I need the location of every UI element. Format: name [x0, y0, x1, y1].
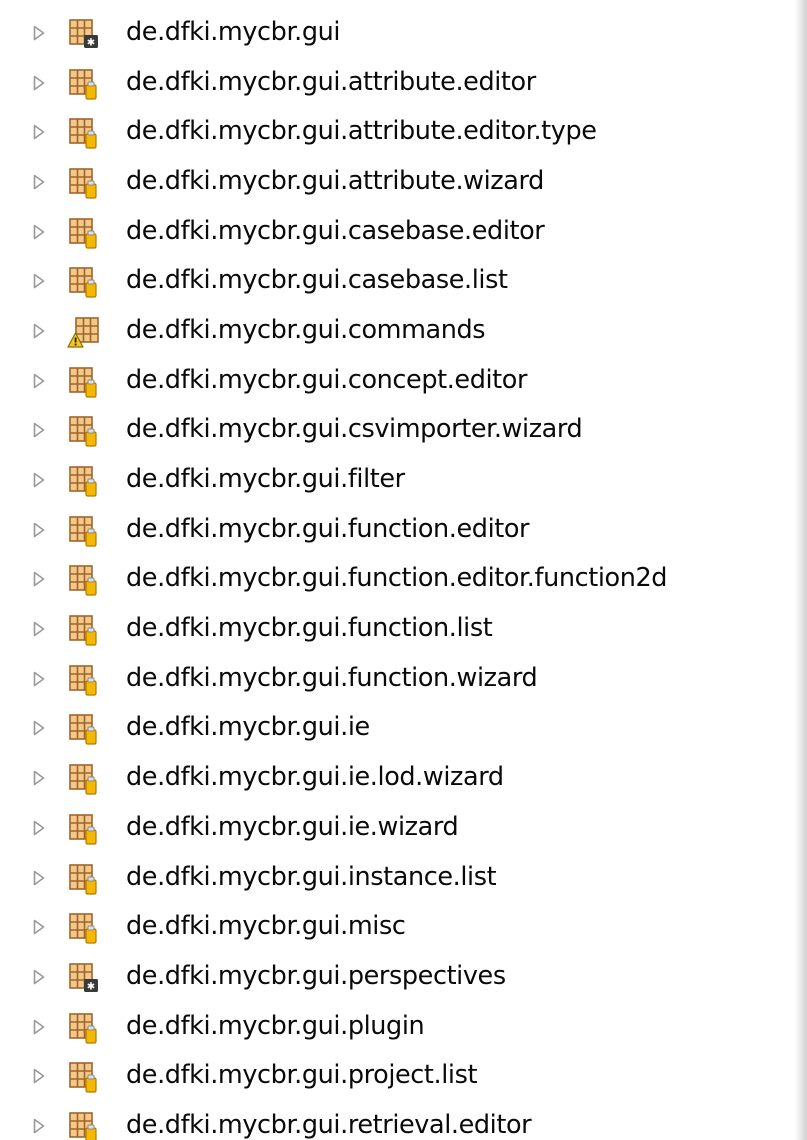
tree-item[interactable]: de.dfki.mycbr.gui.csvimporter.wizard — [0, 406, 795, 456]
package-name-label: de.dfki.mycbr.gui.ie — [126, 712, 370, 743]
package-name-label: de.dfki.mycbr.gui.retrieval.editor — [126, 1109, 532, 1140]
package-jar-icon — [66, 463, 100, 497]
tree-item[interactable]: de.dfki.mycbr.gui.retrieval.editor — [0, 1101, 795, 1140]
package-name-label: de.dfki.mycbr.gui.concept.editor — [126, 364, 528, 395]
package-name-label: de.dfki.mycbr.gui — [126, 16, 341, 47]
tree-item[interactable]: de.dfki.mycbr.gui.ie — [0, 704, 795, 754]
expand-arrow-icon[interactable] — [30, 173, 48, 191]
expand-arrow-icon[interactable] — [30, 74, 48, 92]
tree-item[interactable]: ✱ de.dfki.mycbr.gui — [0, 8, 795, 58]
tree-item[interactable]: de.dfki.mycbr.gui.casebase.editor — [0, 207, 795, 257]
expand-arrow-icon[interactable] — [30, 223, 48, 241]
package-name-label: de.dfki.mycbr.gui.function.wizard — [126, 662, 538, 693]
expand-arrow-icon[interactable] — [30, 968, 48, 986]
view-edge-shadow — [795, 0, 807, 1140]
tree-item[interactable]: de.dfki.mycbr.gui.concept.editor — [0, 356, 795, 406]
tree-item[interactable]: de.dfki.mycbr.gui.project.list — [0, 1051, 795, 1101]
package-name-label: de.dfki.mycbr.gui.attribute.editor — [126, 66, 536, 97]
expand-arrow-icon[interactable] — [30, 123, 48, 141]
package-jar-icon — [66, 413, 100, 447]
package-jar-icon — [66, 811, 100, 845]
tree-item[interactable]: de.dfki.mycbr.gui.function.editor.functi… — [0, 555, 795, 605]
package-jar-icon — [66, 662, 100, 696]
expand-arrow-icon[interactable] — [30, 372, 48, 390]
tree-item[interactable]: de.dfki.mycbr.gui.commands — [0, 306, 795, 356]
package-name-label: de.dfki.mycbr.gui.misc — [126, 911, 406, 942]
package-name-label: de.dfki.mycbr.gui.function.editor.functi… — [126, 563, 668, 594]
package-name-label: de.dfki.mycbr.gui.attribute.wizard — [126, 165, 544, 196]
package-jar-icon — [66, 513, 100, 547]
package-name-label: de.dfki.mycbr.gui.project.list — [126, 1060, 478, 1091]
expand-arrow-icon[interactable] — [30, 570, 48, 588]
tree-item[interactable]: de.dfki.mycbr.gui.function.list — [0, 604, 795, 654]
expand-arrow-icon[interactable] — [30, 24, 48, 42]
tree-item[interactable]: de.dfki.mycbr.gui.instance.list — [0, 853, 795, 903]
expand-arrow-icon[interactable] — [30, 322, 48, 340]
tree-item[interactable]: de.dfki.mycbr.gui.attribute.editor — [0, 58, 795, 108]
svg-text:✱: ✱ — [87, 981, 95, 992]
package-name-label: de.dfki.mycbr.gui.instance.list — [126, 861, 497, 892]
package-jar-icon — [66, 562, 100, 597]
expand-arrow-icon[interactable] — [30, 620, 48, 638]
expand-arrow-icon[interactable] — [30, 471, 48, 489]
package-name-label: de.dfki.mycbr.gui.function.editor — [126, 513, 530, 544]
package-binary-icon: ✱ — [66, 16, 100, 50]
package-name-label: de.dfki.mycbr.gui.attribute.editor.type — [126, 116, 597, 147]
package-jar-icon — [66, 264, 100, 298]
expand-arrow-icon[interactable] — [30, 1067, 48, 1085]
package-jar-icon — [66, 115, 100, 149]
tree-item[interactable]: de.dfki.mycbr.gui.function.wizard — [0, 654, 795, 704]
package-jar-icon — [66, 1059, 100, 1093]
tree-item[interactable]: de.dfki.mycbr.gui.casebase.list — [0, 256, 795, 306]
package-jar-icon — [66, 364, 100, 398]
package-name-label: de.dfki.mycbr.gui.perspectives — [126, 960, 506, 991]
package-jar-icon — [66, 1109, 100, 1140]
package-jar-icon — [66, 861, 100, 895]
expand-arrow-icon[interactable] — [30, 670, 48, 688]
package-name-label: de.dfki.mycbr.gui.plugin — [126, 1010, 425, 1041]
tree-item[interactable]: de.dfki.mycbr.gui.attribute.wizard — [0, 157, 795, 207]
package-jar-icon — [66, 612, 100, 646]
tree-item[interactable]: de.dfki.mycbr.gui.plugin — [0, 1002, 795, 1052]
package-name-label: de.dfki.mycbr.gui.filter — [126, 463, 405, 494]
package-name-label: de.dfki.mycbr.gui.ie.lod.wizard — [126, 761, 504, 792]
package-name-label: de.dfki.mycbr.gui.casebase.editor — [126, 215, 545, 246]
tree-item[interactable]: ✱ de.dfki.mycbr.gui.perspectives — [0, 952, 795, 1002]
tree-item[interactable]: de.dfki.mycbr.gui.ie.wizard — [0, 803, 795, 853]
expand-arrow-icon[interactable] — [30, 869, 48, 887]
expand-arrow-icon[interactable] — [30, 521, 48, 539]
package-jar-icon — [66, 215, 100, 249]
package-jar-icon — [66, 910, 100, 944]
tree-item[interactable]: de.dfki.mycbr.gui.ie.lod.wizard — [0, 753, 795, 803]
package-jar-icon — [66, 761, 100, 795]
expand-arrow-icon[interactable] — [30, 769, 48, 787]
package-jar-icon — [66, 165, 100, 199]
svg-text:✱: ✱ — [87, 37, 95, 48]
tree-item[interactable]: de.dfki.mycbr.gui.attribute.editor.type — [0, 107, 795, 157]
expand-arrow-icon[interactable] — [30, 272, 48, 290]
expand-arrow-icon[interactable] — [30, 1117, 48, 1135]
tree-item[interactable]: de.dfki.mycbr.gui.function.editor — [0, 505, 795, 555]
package-name-label: de.dfki.mycbr.gui.ie.wizard — [126, 811, 459, 842]
package-name-label: de.dfki.mycbr.gui.function.list — [126, 612, 493, 643]
package-tree: ✱ de.dfki.mycbr.gui de.dfki.mycbr.gui.attr… — [0, 8, 795, 1140]
package-binary-icon: ✱ — [66, 960, 100, 994]
expand-arrow-icon[interactable] — [30, 1018, 48, 1036]
tree-item[interactable]: de.dfki.mycbr.gui.filter — [0, 455, 795, 505]
expand-arrow-icon[interactable] — [30, 421, 48, 439]
expand-arrow-icon[interactable] — [30, 918, 48, 936]
package-explorer-view: ✱ de.dfki.mycbr.gui de.dfki.mycbr.gui.attr… — [0, 0, 807, 1140]
package-warning-icon — [66, 314, 100, 348]
package-jar-icon — [66, 711, 100, 746]
package-name-label: de.dfki.mycbr.gui.csvimporter.wizard — [126, 414, 583, 445]
package-name-label: de.dfki.mycbr.gui.casebase.list — [126, 265, 508, 296]
package-jar-icon — [66, 66, 100, 100]
tree-item[interactable]: de.dfki.mycbr.gui.misc — [0, 902, 795, 952]
expand-arrow-icon[interactable] — [30, 719, 48, 737]
package-name-label: de.dfki.mycbr.gui.commands — [126, 314, 486, 345]
package-jar-icon — [66, 1010, 100, 1044]
expand-arrow-icon[interactable] — [30, 819, 48, 837]
